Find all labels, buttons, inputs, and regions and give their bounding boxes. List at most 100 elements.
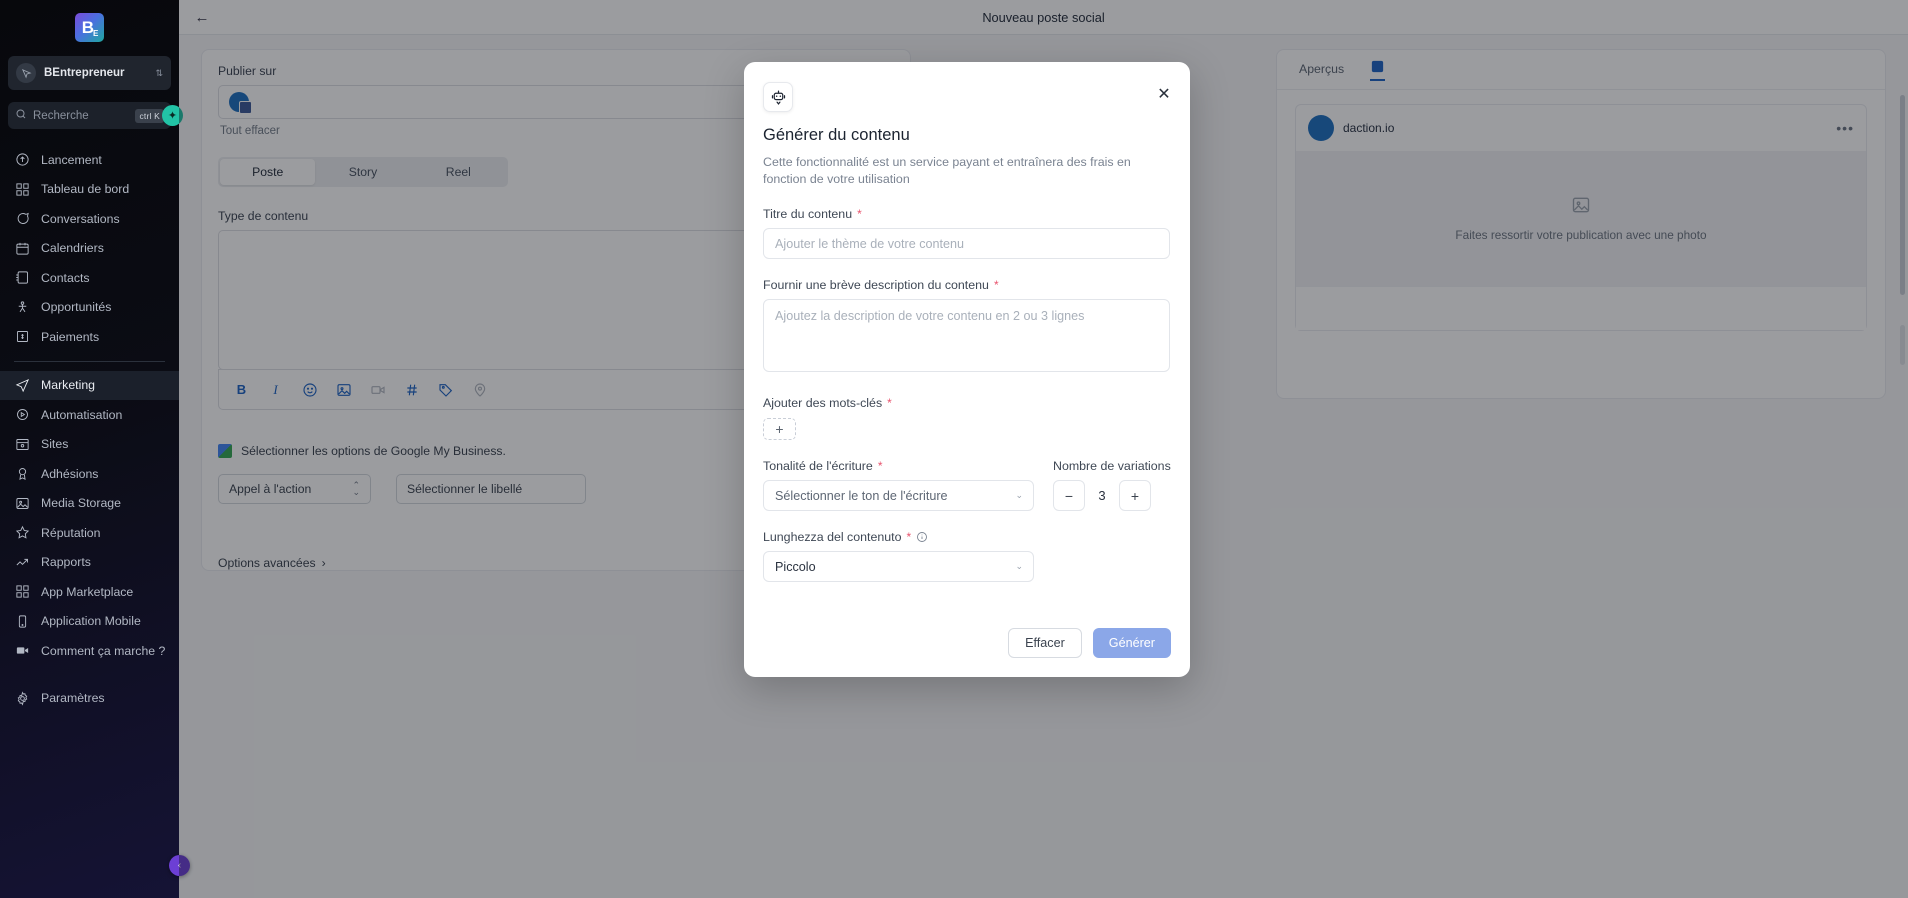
add-keyword-button[interactable]: + — [763, 418, 796, 441]
generate-content-modal: ✕ Générer du contenu Cette fonctionnalit… — [744, 62, 1190, 677]
sidebar-item-adhesions[interactable]: Adhésions — [0, 459, 179, 489]
calendar-icon — [14, 240, 30, 256]
tone-label-text: Tonalité de l'écriture — [763, 459, 873, 474]
content-length-label-text: Lunghezza del contenuto — [763, 530, 902, 545]
sidebar-item-application-mobile[interactable]: Application Mobile — [0, 607, 179, 637]
required-asterisk: * — [993, 278, 999, 293]
image-icon — [14, 495, 30, 511]
required-asterisk: * — [906, 530, 912, 545]
sidebar-item-label: Media Storage — [41, 496, 121, 511]
sidebar-item-media-storage[interactable]: Media Storage — [0, 489, 179, 519]
clear-button[interactable]: Effacer — [1008, 628, 1082, 658]
chat-bubble-icon — [14, 211, 30, 227]
browser-window-icon — [14, 436, 30, 452]
sidebar-item-lancement[interactable]: Lancement — [0, 145, 179, 175]
sidebar-item-label: Paiements — [41, 329, 100, 344]
content-length-select[interactable]: Piccolo ⌄ — [763, 551, 1034, 583]
sidebar-item-label: Contacts — [41, 270, 90, 285]
contacts-book-icon — [14, 270, 30, 286]
tone-select[interactable]: Sélectionner le ton de l'écriture ⌄ — [763, 480, 1034, 512]
award-badge-icon — [14, 466, 30, 482]
sidebar-item-label: Conversations — [41, 211, 120, 226]
star-icon — [14, 525, 30, 541]
trend-up-icon — [14, 554, 30, 570]
content-title-label: Titre du contenu * — [763, 207, 1171, 221]
sidebar-item-label: Adhésions — [41, 466, 99, 481]
generate-button[interactable]: Générer — [1092, 628, 1171, 658]
variations-column: Nombre de variations − 3 + — [1053, 440, 1171, 512]
sidebar-item-calendriers[interactable]: Calendriers — [0, 234, 179, 264]
brand-logo-subtext: E — [92, 29, 98, 38]
search-placeholder: Recherche — [33, 109, 89, 122]
play-circle-icon — [14, 407, 30, 423]
video-camera-icon — [14, 643, 30, 659]
sidebar-item-automatisation[interactable]: Automatisation — [0, 400, 179, 430]
sidebar-item-label: Sites — [41, 437, 69, 452]
sidebar: BE BEntrepreneur ⇅ Recherche ctrl K ✦ La… — [0, 0, 190, 898]
sidebar-item-app-marketplace[interactable]: App Marketplace — [0, 577, 179, 607]
sidebar-item-rapports[interactable]: Rapports — [0, 548, 179, 578]
sidebar-item-sites[interactable]: Sites — [0, 430, 179, 460]
sidebar-item-contacts[interactable]: Contacts — [0, 263, 179, 293]
variations-label: Nombre de variations — [1053, 459, 1171, 473]
close-button[interactable]: ✕ — [1155, 86, 1173, 104]
variations-increment-button[interactable]: + — [1119, 480, 1151, 512]
gear-icon — [14, 690, 30, 706]
search-icon — [15, 107, 27, 125]
tone-variations-row: Tonalité de l'écriture * Sélectionner le… — [763, 440, 1171, 512]
modal-actions: Effacer Générer — [1008, 628, 1171, 658]
sidebar-item-parametres[interactable]: Paramètres — [0, 684, 179, 714]
chevron-down-icon: ⌄ — [1015, 561, 1023, 572]
dashboard-grid-icon — [14, 181, 30, 197]
sidebar-item-comment-ca-marche[interactable]: Comment ça marche ? — [0, 636, 179, 666]
search-shortcut-badge: ctrl K — [135, 108, 164, 123]
opportunities-icon — [14, 299, 30, 315]
sidebar-item-label: Lancement — [41, 152, 102, 167]
keywords-label-text: Ajouter des mots-clés — [763, 396, 883, 411]
sidebar-item-conversations[interactable]: Conversations — [0, 204, 179, 234]
variations-decrement-button[interactable]: − — [1053, 480, 1085, 512]
content-description-textarea[interactable] — [763, 299, 1170, 373]
chevron-down-icon: ⌄ — [1015, 490, 1023, 501]
brand-logo[interactable]: BE — [75, 13, 104, 42]
account-avatar-icon — [16, 63, 36, 83]
variations-stepper: − 3 + — [1053, 480, 1171, 512]
apps-grid-icon — [14, 584, 30, 600]
sidebar-item-tableau-de-bord[interactable]: Tableau de bord — [0, 175, 179, 205]
send-paper-plane-icon — [14, 377, 30, 393]
sidebar-item-label: Opportunités — [41, 300, 112, 315]
content-title-label-text: Titre du contenu — [763, 207, 853, 222]
sidebar-item-opportunites[interactable]: Opportunités — [0, 293, 179, 323]
main-area: ← Nouveau poste social Publier sur Tout … — [179, 0, 1908, 898]
content-title-input[interactable] — [763, 228, 1170, 260]
tone-select-value: Sélectionner le ton de l'écriture — [775, 488, 948, 503]
sidebar-item-label: Tableau de bord — [41, 182, 130, 197]
sidebar-item-paiements[interactable]: Paiements — [0, 322, 179, 352]
sidebar-item-marketing[interactable]: Marketing — [0, 370, 179, 400]
account-switcher[interactable]: BEntrepreneur ⇅ — [8, 56, 171, 90]
sidebar-divider — [14, 360, 165, 362]
modal-title: Générer du contenu — [763, 126, 910, 144]
tone-label: Tonalité de l'écriture * — [763, 459, 1035, 473]
chevron-up-down-icon: ⇅ — [155, 67, 163, 78]
account-name: BEntrepreneur — [44, 67, 125, 79]
sidebar-item-label: Paramètres — [41, 691, 105, 706]
sidebar-item-reputation[interactable]: Réputation — [0, 518, 179, 548]
sidebar-item-label: Marketing — [41, 378, 95, 393]
robot-ai-icon — [763, 82, 793, 112]
search-input[interactable]: Recherche ctrl K ✦ — [8, 102, 183, 129]
sidebar-item-label: Réputation — [41, 525, 101, 540]
content-description-label: Fournir une brève description du contenu… — [763, 278, 1171, 292]
sidebar-nav: Lancement Tableau de bord Conversations … — [0, 145, 179, 898]
sidebar-item-label: Comment ça marche ? — [41, 643, 166, 658]
keywords-label: Ajouter des mots-clés * — [763, 396, 1171, 410]
sidebar-item-label: Automatisation — [41, 407, 123, 422]
mobile-phone-icon — [14, 613, 30, 629]
modal-subtitle: Cette fonctionnalité est un service paya… — [763, 155, 1131, 187]
content-description-label-text: Fournir une brève description du contenu — [763, 278, 989, 293]
required-asterisk: * — [857, 207, 862, 222]
plus-icon: + — [775, 421, 784, 438]
info-circle-icon[interactable] — [916, 531, 928, 543]
rocket-launch-icon — [14, 152, 30, 168]
content-length-label: Lunghezza del contenuto * — [763, 530, 1171, 544]
